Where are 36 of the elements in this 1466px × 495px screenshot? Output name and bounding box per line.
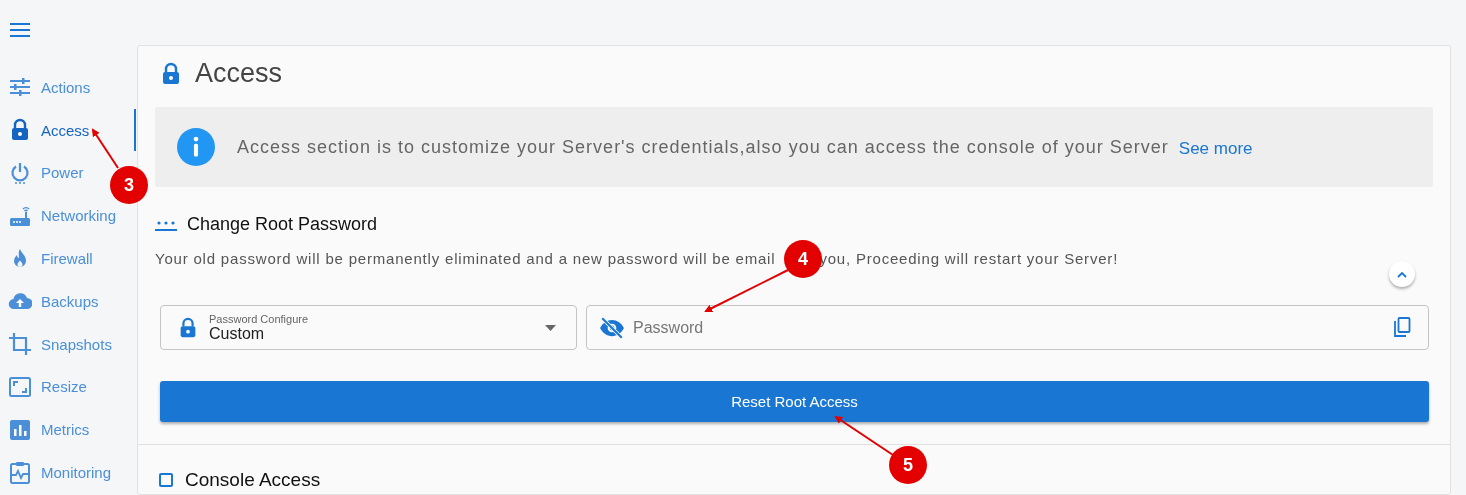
- sidebar-item[interactable]: Resize: [8, 374, 87, 399]
- sidebar-item[interactable]: Power: [8, 161, 84, 185]
- field-label: Password Configure: [209, 312, 310, 325]
- info-icon: [177, 128, 215, 166]
- see-more-link[interactable]: See more: [1178, 139, 1253, 159]
- annotation-arrow: [91, 128, 119, 169]
- info-text: Access section is to customize your Server's credentials,also you can access the console of your Server: [237, 136, 1169, 158]
- sidebar-item[interactable]: Access: [8, 118, 90, 143]
- password-config-select[interactable]: Password Configure Custom: [160, 305, 577, 350]
- sidebar-item[interactable]: Networking: [8, 203, 117, 228]
- section-title: Console Access: [185, 469, 321, 491]
- sidebar-item[interactable]: Snapshots: [8, 332, 112, 357]
- checkbox-icon: [159, 473, 173, 487]
- collapse-button[interactable]: [1389, 261, 1415, 287]
- description-text: Your old password will be permanently eliminated and a new password will be email: [155, 250, 776, 267]
- resize-icon: [8, 374, 32, 399]
- dropdown-arrow-icon: [545, 324, 556, 331]
- menu-icon: [10, 22, 30, 38]
- crop-icon: [8, 332, 32, 357]
- eye-off-icon: [599, 317, 625, 339]
- password-field[interactable]: Password: [586, 305, 1429, 350]
- sidebar-item[interactable]: Backups: [8, 289, 99, 314]
- sidebar-item[interactable]: Firewall: [8, 246, 93, 271]
- chevron-up-icon: [1397, 270, 1407, 278]
- copy-icon: [1393, 317, 1411, 337]
- select-value: Custom: [209, 324, 265, 343]
- page-title: Access: [195, 58, 283, 89]
- reset-root-access-button[interactable]: Reset Root Access: [160, 381, 1429, 422]
- annotation-arrow: [834, 415, 894, 456]
- monitor-clipboard-icon: [8, 460, 32, 485]
- sidebar-item[interactable]: Metrics: [8, 417, 90, 442]
- sidebar-item[interactable]: Monitoring: [8, 460, 112, 485]
- sidebar-item[interactable]: Actions: [8, 75, 91, 100]
- bar-chart-icon: [8, 417, 32, 442]
- callout-number: 3: [110, 166, 148, 204]
- section-title: Change Root Password: [187, 214, 378, 235]
